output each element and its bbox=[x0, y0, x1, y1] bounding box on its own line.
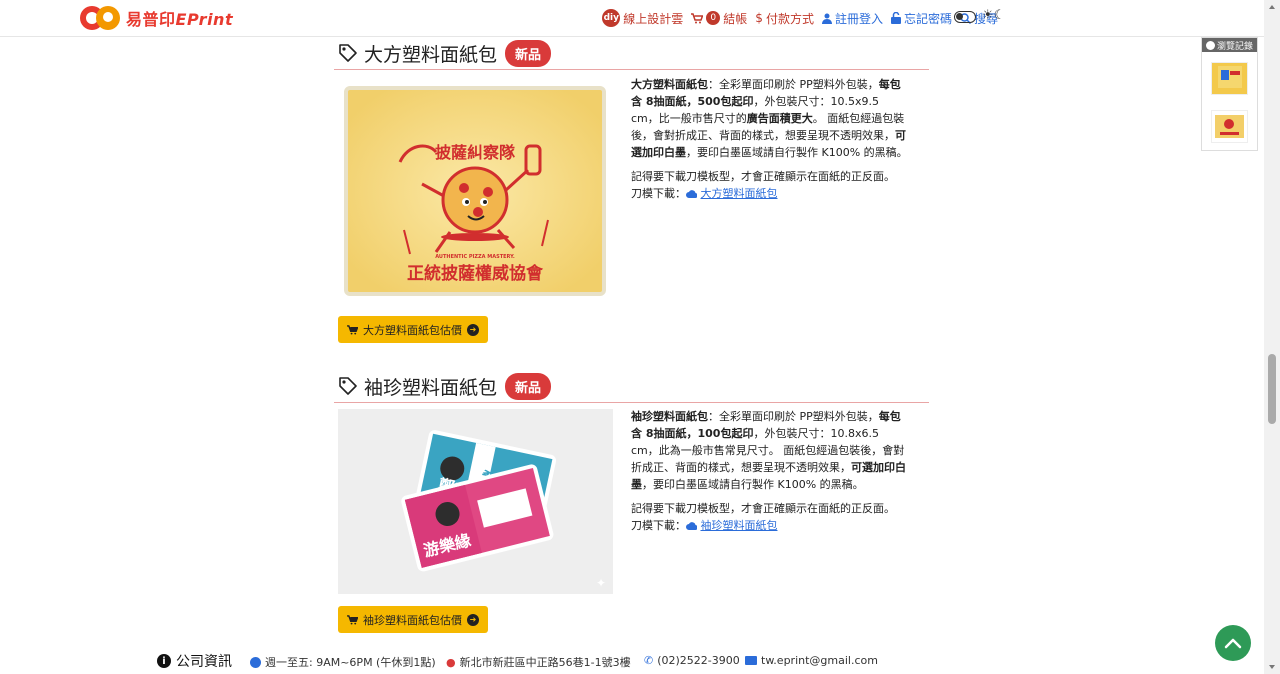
office-hours: 週一至五: 9AM~6PM (午休到1點) bbox=[250, 654, 436, 670]
scrollbar-thumb[interactable] bbox=[1268, 354, 1276, 424]
desc-name: 袖珍塑料面紙包 bbox=[631, 410, 708, 423]
cart-icon bbox=[347, 324, 358, 335]
info-icon: i bbox=[157, 654, 171, 668]
desc-name: 大方塑料面紙包 bbox=[631, 78, 708, 91]
product-description-1: 大方塑料面紙包：全彩單面印刷於 PP塑料外包裝，每包含 8抽面紙，500包起印，… bbox=[631, 76, 909, 209]
history-icon bbox=[1205, 40, 1215, 50]
nav-register-login[interactable]: 註冊登入 bbox=[821, 10, 883, 27]
nav-payment-label: 付款方式 bbox=[765, 11, 814, 26]
quote-button-1[interactable]: 大方塑料面紙包估價 ➜ bbox=[338, 316, 488, 343]
scroll-down-arrow-icon[interactable] bbox=[1269, 665, 1275, 669]
company-info-heading: i 公司資訊 bbox=[157, 651, 232, 671]
office-email[interactable]: tw.eprint@gmail.com bbox=[745, 654, 878, 667]
history-thumb-image bbox=[1218, 66, 1242, 88]
desc-text-1: ：全彩單面印刷於 PP塑料外包裝， bbox=[708, 410, 879, 423]
clock-icon bbox=[250, 656, 261, 668]
quote-button-label: 大方塑料面紙包估價 bbox=[363, 323, 462, 337]
office-address-text: 新北市新莊區中正路56巷1-1號3樓 bbox=[459, 656, 631, 669]
top-navbar: 易普印EPrint diy 線上設計雲 0 結帳 $ 付款方式 註冊登入 忘記密… bbox=[0, 0, 1264, 37]
chevron-up-icon bbox=[1224, 638, 1242, 649]
nav-payment[interactable]: $ 付款方式 bbox=[755, 10, 814, 27]
template-note: 記得要下載刀模板型，才會正確顯示在面紙的正反面。 bbox=[631, 170, 895, 183]
nav-forgot-password[interactable]: 忘記密碼 bbox=[890, 10, 952, 27]
logo-text-cn: 易普印 bbox=[126, 10, 176, 29]
product-title: 大方塑料面紙包 bbox=[364, 43, 498, 66]
product-image-1: 披薩糾察隊 AUTHENTIC PIZZA MASTERY. 正統披薩權威協會 bbox=[338, 80, 613, 302]
dark-mode-toggle[interactable] bbox=[954, 11, 976, 23]
sparkle-icon: ✦ bbox=[596, 576, 606, 590]
phone-icon: ✆ bbox=[644, 654, 654, 667]
arrow-right-icon: ➜ bbox=[467, 613, 479, 626]
envelope-icon bbox=[745, 656, 757, 665]
office-phone-text: (02)2522-3900 bbox=[657, 654, 740, 667]
product-image-2: 鄭方彤 希望 改變 游樂緣 ✦ bbox=[338, 409, 613, 594]
logo-text-en: EPrint bbox=[175, 10, 234, 29]
new-badge: 新品 bbox=[505, 39, 552, 67]
cart-count-badge: 0 bbox=[706, 11, 721, 25]
template-download-link[interactable]: 大方塑料面紙包 bbox=[701, 187, 778, 200]
desc-text-4: ，要印白墨區域請自行製作 K100% 的黑稿。 bbox=[642, 478, 864, 491]
office-address: ● 新北市新莊區中正路56巷1-1號3樓 bbox=[446, 654, 631, 670]
office-phone[interactable]: ✆ (02)2522-3900 bbox=[644, 654, 740, 667]
arrow-right-icon: ➜ bbox=[467, 323, 479, 336]
scroll-up-arrow-icon[interactable] bbox=[1269, 5, 1275, 9]
page-scrollbar[interactable] bbox=[1264, 0, 1280, 674]
logo-mark-icon bbox=[80, 5, 122, 31]
pizza-bottom-text: 正統披薩權威協會 bbox=[407, 263, 544, 284]
new-badge: 新品 bbox=[505, 372, 552, 400]
template-note: 記得要下載刀模板型，才會正確顯示在面紙的正反面。 bbox=[631, 502, 895, 515]
diy-icon: diy bbox=[602, 9, 621, 27]
company-info-label: 公司資訊 bbox=[176, 654, 232, 670]
cart-icon bbox=[347, 614, 358, 625]
browse-history-title: 瀏覽記錄 bbox=[1216, 41, 1253, 52]
desc-text-1: ：全彩單面印刷於 PP塑料外包裝， bbox=[708, 78, 879, 91]
download-label: 刀模下載： bbox=[631, 187, 686, 200]
back-to-top-button[interactable] bbox=[1215, 625, 1251, 661]
tag-icon bbox=[339, 377, 357, 395]
company-info-bar: i 公司資訊 週一至五: 9AM~6PM (午休到1點) ● 新北市新莊區中正路… bbox=[0, 648, 1264, 674]
nav-design-cloud[interactable]: diy 線上設計雲 bbox=[602, 9, 683, 27]
map-pin-icon: ● bbox=[446, 655, 456, 669]
template-download-link[interactable]: 袖珍塑料面紙包 bbox=[701, 519, 778, 532]
desc-bold-2: 廣告面積更大 bbox=[746, 112, 813, 125]
nav-forgot-label: 忘記密碼 bbox=[903, 11, 952, 26]
browse-history-header: 瀏覽記錄 bbox=[1202, 38, 1257, 52]
pizza-small-text: AUTHENTIC PIZZA MASTERY. bbox=[435, 254, 515, 260]
nav-register-label: 註冊登入 bbox=[834, 11, 883, 26]
quote-button-2[interactable]: 袖珍塑料面紙包估價 ➜ bbox=[338, 606, 488, 633]
cloud-download-icon bbox=[686, 190, 698, 199]
quote-button-label: 袖珍塑料面紙包估價 bbox=[363, 613, 462, 627]
product-heading-1: 大方塑料面紙包 新品 bbox=[334, 37, 929, 70]
nav-checkout-label: 結帳 bbox=[723, 11, 748, 26]
download-label: 刀模下載： bbox=[631, 519, 686, 532]
nav-design-label: 線上設計雲 bbox=[623, 11, 684, 26]
history-thumb-image bbox=[1215, 115, 1244, 138]
history-thumbnail[interactable] bbox=[1211, 62, 1248, 95]
dollar-icon: $ bbox=[755, 11, 763, 25]
pizza-top-text: 披薩糾察隊 bbox=[435, 143, 516, 162]
nav-checkout[interactable]: 0 結帳 bbox=[691, 10, 747, 27]
nav-links: diy 線上設計雲 0 結帳 $ 付款方式 註冊登入 忘記密碼 搜尋 bbox=[602, 9, 998, 27]
user-icon bbox=[821, 13, 832, 24]
cart-icon bbox=[691, 12, 704, 23]
pocket-tissue-pack-image: 鄭方彤 希望 改變 游樂緣 ✦ bbox=[338, 409, 613, 594]
sun-moon-icon: ☀☾ bbox=[982, 8, 1006, 23]
unlock-icon bbox=[890, 12, 901, 24]
cloud-download-icon bbox=[686, 522, 698, 531]
history-thumbnail[interactable] bbox=[1211, 110, 1248, 143]
browse-history-panel: 瀏覽記錄 bbox=[1201, 37, 1258, 151]
tag-icon bbox=[339, 44, 357, 62]
product-description-2: 袖珍塑料面紙包：全彩單面印刷於 PP塑料外包裝，每包含 8抽面紙，100包起印，… bbox=[631, 408, 909, 541]
site-logo[interactable]: 易普印EPrint bbox=[80, 5, 233, 31]
office-email-text: tw.eprint@gmail.com bbox=[761, 654, 878, 667]
pizza-tissue-pack-image: 披薩糾察隊 AUTHENTIC PIZZA MASTERY. 正統披薩權威協會 bbox=[338, 80, 613, 302]
office-hours-text: 週一至五: 9AM~6PM (午休到1點) bbox=[265, 656, 436, 669]
product-heading-2: 袖珍塑料面紙包 新品 bbox=[334, 370, 929, 403]
desc-text-4: ，要印白墨區域請自行製作 K100% 的黑稿。 bbox=[686, 146, 908, 159]
product-title: 袖珍塑料面紙包 bbox=[364, 376, 498, 399]
